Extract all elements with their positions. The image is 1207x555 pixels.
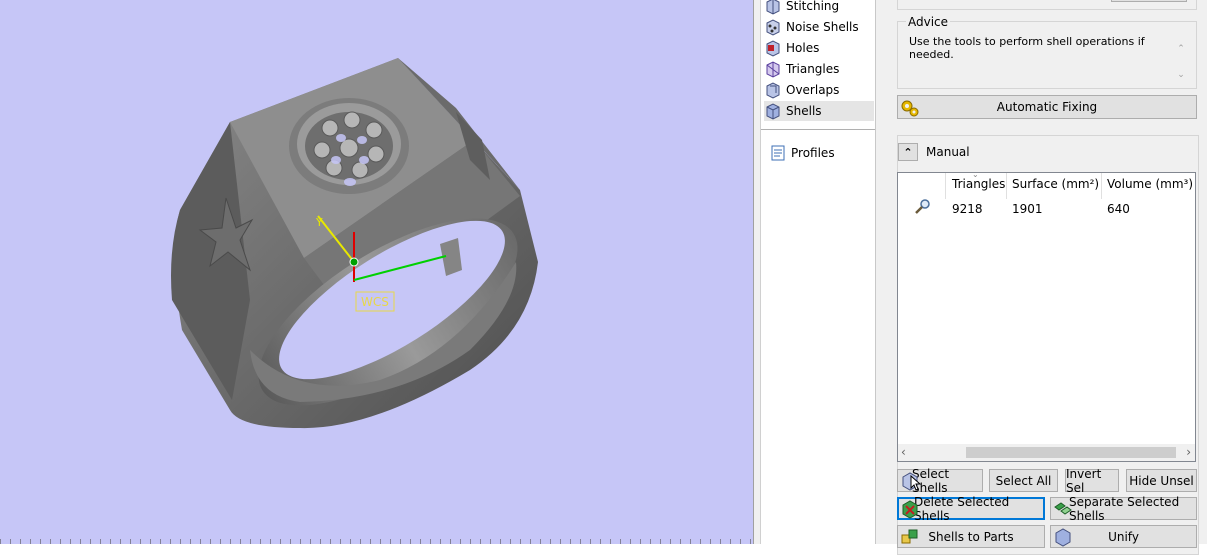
scroll-right-icon[interactable]: › xyxy=(1186,445,1191,459)
tree-item-triangles[interactable]: Triangles xyxy=(764,59,874,79)
column-header-triangles[interactable]: Triangles xyxy=(952,177,1005,191)
tree-item-holes[interactable]: Holes xyxy=(764,38,874,58)
shells-panel: Advice Use the tools to perform shell op… xyxy=(887,0,1207,555)
hide-unsel-label: Hide Unsel xyxy=(1129,473,1194,488)
gears-icon xyxy=(901,100,919,117)
collapse-manual-button[interactable]: ⌃ xyxy=(898,143,918,161)
unify-label: Unify xyxy=(1108,529,1139,544)
panel-splitter[interactable] xyxy=(875,0,887,544)
tree-item-label: Stitching xyxy=(786,0,840,13)
tree-item-stitching[interactable]: Stitching xyxy=(764,0,874,16)
column-header-volume[interactable]: Volume (mm³) xyxy=(1107,177,1193,191)
tree-item-label: Overlaps xyxy=(786,83,840,97)
wcs-label: WCS xyxy=(361,295,389,309)
hide-unsel-button[interactable]: Hide Unsel xyxy=(1126,469,1197,492)
delete-shells-icon xyxy=(902,500,918,519)
tree-item-noise-shells[interactable]: Noise Shells xyxy=(764,17,874,37)
tree-item-label: Noise Shells xyxy=(786,20,859,34)
select-all-label: Select All xyxy=(995,473,1052,488)
ring-model[interactable]: Y WCS xyxy=(0,0,753,544)
3d-viewport[interactable]: Y WCS xyxy=(0,0,753,544)
tree-item-shells[interactable]: Shells xyxy=(764,101,874,121)
cell-triangles: 9218 xyxy=(952,202,983,216)
scroll-left-icon[interactable]: ‹ xyxy=(901,445,906,459)
shells-to-parts-label: Shells to Parts xyxy=(928,529,1014,544)
cell-volume: 640 xyxy=(1107,202,1130,216)
tree-item-label: Shells xyxy=(786,104,822,118)
horizontal-scrollbar[interactable]: ‹ › xyxy=(898,444,1195,461)
tree-item-profiles[interactable]: Profiles xyxy=(769,143,879,163)
overlaps-icon xyxy=(766,82,780,99)
tree-item-overlaps[interactable]: Overlaps xyxy=(764,80,874,100)
select-shells-button[interactable]: Select Shells xyxy=(897,467,983,495)
fix-wizard-tree: Stitching Noise Shells Holes Triangles O… xyxy=(761,0,875,544)
manual-label: Manual xyxy=(926,145,970,159)
automatic-fixing-label: Automatic Fixing xyxy=(996,100,1098,114)
cell-surface: 1901 xyxy=(1012,202,1043,216)
invert-sel-label: Invert Sel xyxy=(1066,466,1102,495)
delete-selected-shells-button[interactable]: Delete Selected Shells xyxy=(897,495,1045,523)
profiles-icon xyxy=(771,145,785,161)
noise-shells-icon xyxy=(766,19,780,36)
scrollbar-thumb[interactable] xyxy=(966,447,1176,458)
triangles-icon xyxy=(766,61,780,78)
viewport-splitter[interactable] xyxy=(753,0,761,544)
magnifier-icon[interactable] xyxy=(914,198,932,216)
advice-scrollbar[interactable]: ⌃ ⌄ xyxy=(1176,36,1186,88)
tree-item-label: Profiles xyxy=(791,146,835,160)
stitching-icon xyxy=(766,0,780,15)
viewport-ruler xyxy=(0,539,753,544)
unify-icon xyxy=(1055,528,1071,547)
automatic-fixing-button[interactable]: Automatic Fixing xyxy=(897,95,1197,119)
tree-item-label: Holes xyxy=(786,41,820,55)
tree-item-label: Triangles xyxy=(786,62,840,76)
axis-y-label: Y xyxy=(315,216,323,229)
shells-table[interactable]: ⌄ Triangles Surface (mm²) Volume (mm³) 9… xyxy=(897,170,1196,462)
chevron-up-icon: ⌃ xyxy=(903,145,913,159)
shells-to-parts-button[interactable]: Shells to Parts xyxy=(897,525,1045,548)
select-all-button[interactable]: Select All xyxy=(989,469,1058,492)
unify-button[interactable]: Unify xyxy=(1050,525,1197,548)
invert-sel-button[interactable]: Invert Sel xyxy=(1065,466,1119,495)
advice-title: Advice xyxy=(906,15,951,29)
advice-text: Use the tools to perform shell operation… xyxy=(909,35,1145,61)
holes-icon xyxy=(766,40,780,57)
column-header-surface[interactable]: Surface (mm²) xyxy=(1012,177,1099,191)
shells-icon xyxy=(766,103,780,120)
table-row[interactable] xyxy=(898,195,1195,217)
separate-shells-icon xyxy=(1054,502,1072,515)
separate-selected-shells-button[interactable]: Separate Selected Shells xyxy=(1050,495,1197,523)
cursor-icon xyxy=(910,475,922,491)
shells-to-parts-icon xyxy=(901,529,918,544)
top-partial-button[interactable] xyxy=(1111,0,1187,2)
tree-divider xyxy=(761,129,875,130)
advice-box: Advice Use the tools to perform shell op… xyxy=(897,15,1197,89)
